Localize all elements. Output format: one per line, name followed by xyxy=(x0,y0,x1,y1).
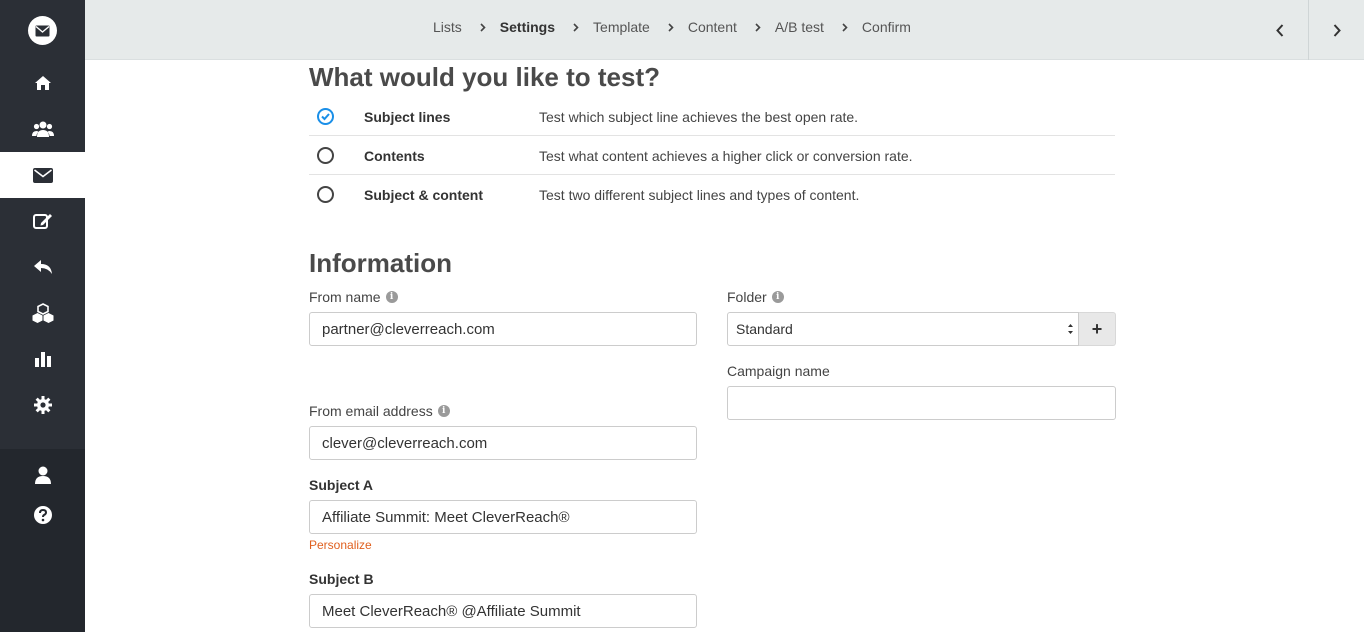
personalize-link[interactable]: Personalize xyxy=(309,538,372,552)
information-heading: Information xyxy=(309,248,452,278)
sidebar-item-forms[interactable] xyxy=(0,198,85,244)
wizard-topbar: Lists Settings Template Content A/B test… xyxy=(85,0,1364,60)
select-caret-icon xyxy=(1067,322,1074,339)
home-icon xyxy=(34,76,51,90)
sidebar-item-help[interactable] xyxy=(0,492,85,538)
reply-icon xyxy=(33,260,52,274)
from-name-label-text: From name xyxy=(309,289,381,305)
sidebar-item-autoresponder[interactable] xyxy=(0,244,85,290)
campaign-name-input[interactable] xyxy=(727,386,1116,420)
subject-a-input[interactable]: Affiliate Summit: Meet CleverReach® xyxy=(309,500,697,534)
breadcrumb-settings[interactable]: Settings xyxy=(500,19,555,35)
chevron-left-icon xyxy=(1276,23,1284,37)
edit-icon xyxy=(32,214,52,229)
option-subject-lines[interactable]: Subject lines Test which subject line ac… xyxy=(309,97,1115,136)
sidebar-item-recipients[interactable] xyxy=(0,106,85,152)
option-name: Contents xyxy=(364,148,425,164)
breadcrumb: Lists Settings Template Content A/B test… xyxy=(433,19,911,35)
sidebar-item-emails[interactable] xyxy=(0,152,85,198)
radio-unchecked-icon[interactable] xyxy=(317,147,334,164)
breadcrumb-content[interactable]: Content xyxy=(688,19,737,35)
test-type-options: Subject lines Test which subject line ac… xyxy=(309,97,1115,214)
chevron-right-icon xyxy=(755,22,761,32)
chevron-right-icon xyxy=(1333,23,1341,37)
breadcrumb-template[interactable]: Template xyxy=(593,19,650,35)
next-step-button[interactable] xyxy=(1308,0,1364,60)
subject-b-input[interactable]: Meet CleverReach® @Affiliate Summit xyxy=(309,594,697,628)
user-icon xyxy=(34,466,51,484)
from-email-input[interactable]: clever@cleverreach.com xyxy=(309,426,697,460)
sidebar-item-reports[interactable] xyxy=(0,336,85,382)
subject-b-label: Subject B xyxy=(309,571,374,587)
sidebar xyxy=(0,0,85,632)
subject-a-label: Subject A xyxy=(309,477,374,493)
info-icon[interactable]: i xyxy=(437,405,450,417)
test-type-heading: What would you like to test? xyxy=(309,62,660,92)
help-icon xyxy=(33,506,52,524)
from-name-input[interactable]: partner@cleverreach.com xyxy=(309,312,697,346)
gear-icon xyxy=(33,396,52,414)
option-description: Test what content achieves a higher clic… xyxy=(539,148,913,164)
chevron-right-icon xyxy=(668,22,674,32)
radio-checked-icon[interactable] xyxy=(317,108,334,125)
plus-icon: + xyxy=(1091,318,1103,339)
info-icon[interactable]: i xyxy=(385,291,398,303)
chevron-right-icon xyxy=(842,22,848,32)
radio-unchecked-icon[interactable] xyxy=(317,186,334,203)
breadcrumb-confirm[interactable]: Confirm xyxy=(862,19,911,35)
envelope-logo-icon xyxy=(35,25,50,36)
option-name: Subject lines xyxy=(364,109,451,125)
sidebar-item-integrations[interactable] xyxy=(0,290,85,336)
previous-step-button[interactable] xyxy=(1252,0,1308,60)
from-email-label-text: From email address xyxy=(309,403,433,419)
campaign-name-label: Campaign name xyxy=(727,363,830,379)
app-logo[interactable] xyxy=(28,16,57,45)
breadcrumb-lists[interactable]: Lists xyxy=(433,19,462,35)
option-name: Subject & content xyxy=(364,187,484,203)
folder-selected-value: Standard xyxy=(736,321,793,337)
breadcrumb-ab-test[interactable]: A/B test xyxy=(775,19,824,35)
bar-chart-icon xyxy=(34,352,51,367)
from-name-label: From name i xyxy=(309,289,398,305)
folder-label-text: Folder xyxy=(727,289,767,305)
option-subject-and-content[interactable]: Subject & content Test two different sub… xyxy=(309,175,1115,214)
from-email-label: From email address i xyxy=(309,403,450,419)
folder-label: Folder i xyxy=(727,289,784,305)
sidebar-item-home[interactable] xyxy=(0,60,85,106)
option-description: Test two different subject lines and typ… xyxy=(539,187,860,203)
envelope-icon xyxy=(32,167,53,183)
cubes-icon xyxy=(32,303,53,323)
chevron-right-icon xyxy=(480,22,486,32)
option-description: Test which subject line achieves the bes… xyxy=(539,109,859,125)
info-icon[interactable]: i xyxy=(771,291,784,303)
sidebar-item-settings[interactable] xyxy=(0,382,85,428)
chevron-right-icon xyxy=(573,22,579,32)
option-contents[interactable]: Contents Test what content achieves a hi… xyxy=(309,136,1115,175)
add-folder-button[interactable]: + xyxy=(1079,312,1116,346)
folder-select[interactable]: Standard xyxy=(727,312,1079,346)
users-icon xyxy=(31,121,54,137)
